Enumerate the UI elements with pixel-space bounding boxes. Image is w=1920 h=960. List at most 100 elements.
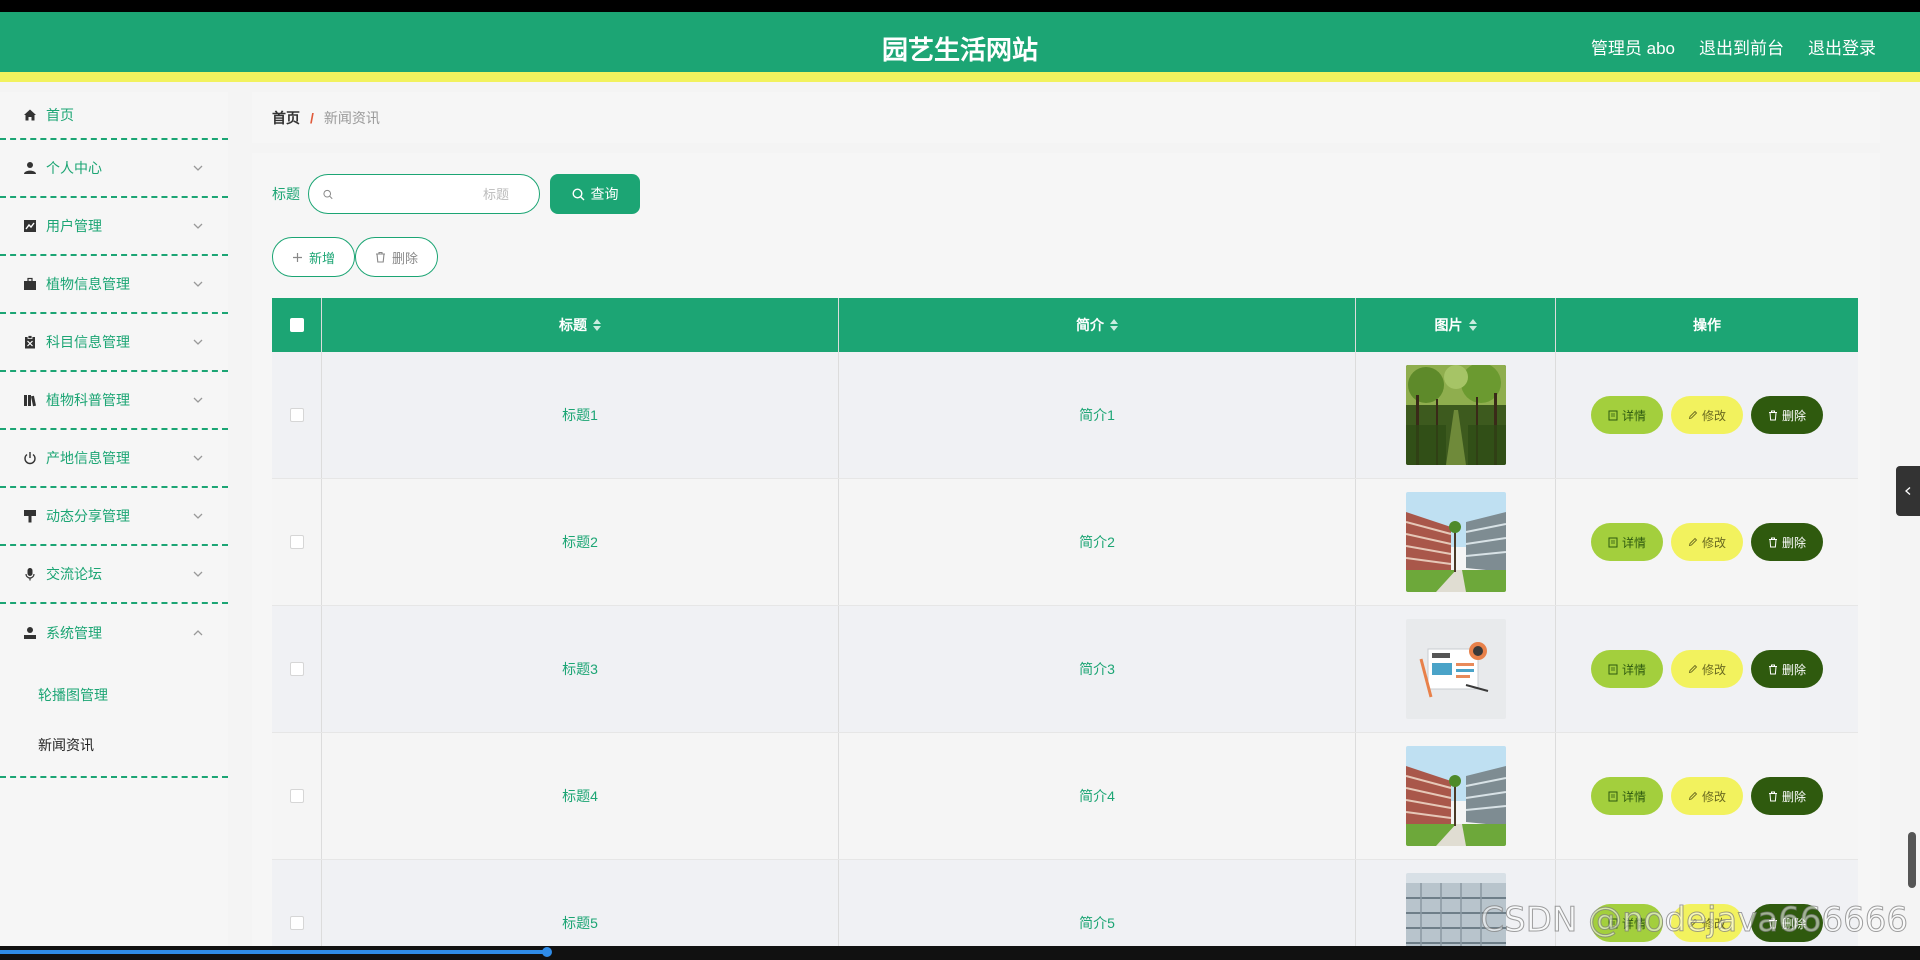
- search-box: [308, 174, 540, 214]
- trash-icon: [375, 251, 385, 263]
- cell-op: 详情 修改 删除: [1556, 733, 1858, 859]
- sidebar-item-label: 用户管理: [46, 218, 102, 234]
- document-icon: [1608, 791, 1618, 801]
- header-actions: 管理员 abo 退出到前台 退出登录: [1591, 34, 1876, 59]
- news-illustration-image[interactable]: [1405, 619, 1506, 719]
- select-all-checkbox[interactable]: [289, 318, 304, 332]
- edit-button[interactable]: 修改: [1671, 777, 1743, 815]
- search-icon: [571, 187, 584, 200]
- cell-title: 标题5: [322, 860, 839, 946]
- sidebar-subitem-news[interactable]: 新闻资讯: [0, 720, 228, 770]
- sidebar-item-plant-info[interactable]: 植物信息管理: [0, 256, 228, 314]
- row-checkbox[interactable]: [289, 408, 304, 422]
- main-content: 首页 / 新闻资讯 标题 查询 新增: [252, 92, 1880, 946]
- sidebar-item-subject-info[interactable]: 科目信息管理: [0, 314, 228, 372]
- campus-building-image[interactable]: [1405, 492, 1506, 592]
- row-checkbox[interactable]: [289, 789, 304, 803]
- query-button[interactable]: 查询: [550, 174, 640, 214]
- cell-title: 标题3: [322, 606, 839, 732]
- query-button-label: 查询: [590, 186, 619, 202]
- search-input[interactable]: [333, 186, 525, 202]
- chevron-down-icon: [193, 571, 203, 577]
- sidebar-item-user-management[interactable]: 用户管理: [0, 198, 228, 256]
- header-intro[interactable]: 简介: [839, 298, 1356, 352]
- search-icon: [323, 189, 333, 199]
- chevron-down-icon: [193, 165, 203, 171]
- row-checkbox-cell: [272, 606, 322, 732]
- action-row: 新增 删除: [272, 237, 1860, 277]
- trash-icon: [1768, 537, 1777, 547]
- delete-button[interactable]: 删除: [1751, 523, 1823, 561]
- cell-title: 标题2: [322, 479, 839, 605]
- cell-intro: 简介4: [839, 733, 1356, 859]
- header-pic[interactable]: 图片: [1356, 298, 1556, 352]
- delete-button[interactable]: 删除: [1751, 650, 1823, 688]
- sidebar-item-system[interactable]: 系统管理: [0, 604, 228, 662]
- cell-pic: [1356, 479, 1556, 605]
- stamp-icon: [22, 625, 38, 641]
- detail-button-label: 详情: [1621, 662, 1646, 677]
- chevron-down-icon: [193, 513, 203, 519]
- sidebar-subitem-carousel[interactable]: 轮播图管理: [0, 670, 228, 720]
- row-checkbox[interactable]: [289, 916, 304, 930]
- sidebar: 首页 个人中心 用户管理 植物信息管理 科目信息管理 植物科普管理 产地信息管理…: [0, 92, 228, 946]
- row-checkbox-cell: [272, 479, 322, 605]
- exit-to-front-link[interactable]: 退出到前台: [1699, 34, 1784, 59]
- forest-path-image[interactable]: [1405, 365, 1506, 465]
- video-progress-bar[interactable]: [0, 946, 1920, 960]
- detail-button[interactable]: 详情: [1591, 396, 1663, 434]
- cell-intro: 简介5: [839, 860, 1356, 946]
- row-checkbox[interactable]: [289, 662, 304, 676]
- row-actions: 详情 修改 删除: [1591, 650, 1823, 688]
- sidebar-item-personal-center[interactable]: 个人中心: [0, 140, 228, 198]
- detail-button[interactable]: 详情: [1591, 650, 1663, 688]
- edit-button[interactable]: 修改: [1671, 396, 1743, 434]
- sidebar-item-forum[interactable]: 交流论坛: [0, 546, 228, 604]
- current-user: 管理员 abo: [1590, 39, 1675, 58]
- delete-button-label: 删除: [1781, 408, 1806, 423]
- edit-button[interactable]: 修改: [1671, 523, 1743, 561]
- chart-icon: [22, 218, 38, 234]
- delete-button[interactable]: 删除: [1751, 777, 1823, 815]
- system-submenu: 轮播图管理 新闻资讯: [0, 662, 228, 778]
- add-button-label: 新增: [308, 250, 335, 266]
- delete-button[interactable]: 删除: [1751, 396, 1823, 434]
- logout-link[interactable]: 退出登录: [1808, 34, 1876, 59]
- breadcrumb-home[interactable]: 首页: [272, 108, 300, 128]
- microphone-icon: [22, 566, 38, 582]
- cell-intro: 简介1: [839, 352, 1356, 478]
- sidebar-item-origin-info[interactable]: 产地信息管理: [0, 430, 228, 488]
- row-checkbox-cell: [272, 860, 322, 946]
- pencil-icon: [1688, 664, 1698, 674]
- header-title[interactable]: 标题: [322, 298, 839, 352]
- scrollbar-thumb[interactable]: [1908, 832, 1916, 888]
- detail-button[interactable]: 详情: [1591, 523, 1663, 561]
- cell-pic: [1356, 352, 1556, 478]
- vertical-scrollbar[interactable]: [1908, 102, 1916, 932]
- row-checkbox[interactable]: [289, 535, 304, 549]
- detail-button[interactable]: 详情: [1591, 777, 1663, 815]
- cell-intro: 简介2: [839, 479, 1356, 605]
- cell-title: 标题1: [322, 352, 839, 478]
- add-button[interactable]: 新增: [272, 237, 355, 277]
- header-pic-label: 图片: [1434, 317, 1463, 333]
- edit-button[interactable]: 修改: [1671, 650, 1743, 688]
- detail-button-label: 详情: [1621, 535, 1646, 550]
- plus-icon: [292, 252, 302, 262]
- sidebar-item-dynamic-share[interactable]: 动态分享管理: [0, 488, 228, 546]
- batch-delete-button[interactable]: 删除: [355, 237, 438, 277]
- table-row: 标题4 简介4 详情 修改 删除: [272, 733, 1858, 860]
- table-row: 标题2 简介2 详情 修改 删除: [272, 479, 1858, 606]
- campus-building-image[interactable]: [1405, 746, 1506, 846]
- progress-handle[interactable]: [542, 947, 552, 957]
- row-actions: 详情 修改 删除: [1591, 396, 1823, 434]
- sidebar-item-label: 首页: [46, 107, 74, 123]
- list-panel: 标题 查询 新增 删除: [252, 153, 1880, 946]
- cell-op: 详情 修改 删除: [1556, 352, 1858, 478]
- sidebar-item-home[interactable]: 首页: [0, 92, 228, 140]
- trash-icon: [1768, 791, 1777, 801]
- sidebar-item-plant-science[interactable]: 植物科普管理: [0, 372, 228, 430]
- breadcrumb: 首页 / 新闻资讯: [252, 92, 1880, 143]
- user-icon: [22, 160, 38, 176]
- brush-icon: [22, 508, 38, 524]
